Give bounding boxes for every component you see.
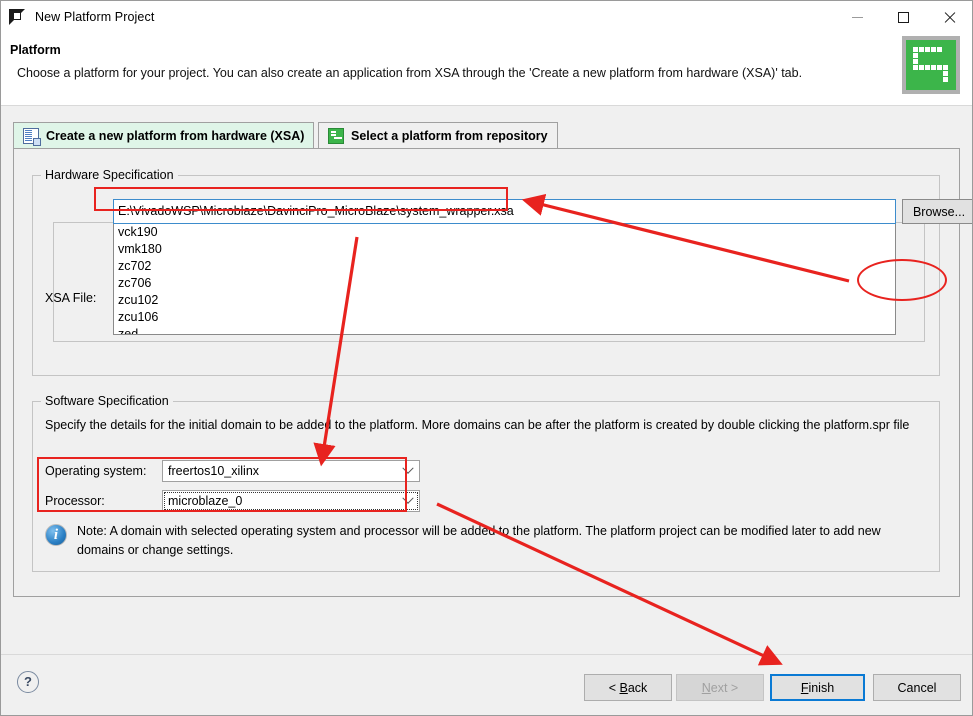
wizard-header: Platform Choose a platform for your proj… <box>1 33 972 106</box>
close-button[interactable] <box>926 1 972 33</box>
chevron-down-icon <box>397 462 419 475</box>
minimize-icon <box>851 16 863 18</box>
maximize-icon <box>897 11 909 23</box>
xsa-hardware-icon <box>23 127 41 146</box>
info-note-text: Note: A domain with selected operating s… <box>77 524 881 557</box>
new-platform-project-dialog: New Platform Project Platform Choose a p… <box>0 0 973 716</box>
close-icon <box>943 11 956 24</box>
title-bar: New Platform Project <box>1 1 972 33</box>
maximize-button[interactable] <box>880 1 926 33</box>
browse-button[interactable]: Browse... <box>902 199 972 224</box>
window-controls <box>834 1 972 33</box>
finish-button[interactable]: Finish <box>770 674 865 701</box>
window-title: New Platform Project <box>35 10 155 24</box>
hardware-specification-label: Hardware Specification <box>41 168 178 182</box>
tab-label: Select a platform from repository <box>351 128 548 143</box>
vitis-logo-icon <box>902 36 960 94</box>
tab-panel: Hardware Specification XSA File: E:\Viva… <box>13 148 972 597</box>
operating-system-label: Operating system: <box>45 464 147 478</box>
xsa-file-input[interactable]: E:\VivadoWSP\Microblaze\DavinciPro_Micro… <box>113 199 896 224</box>
list-item[interactable]: zcu106 <box>114 309 895 326</box>
operating-system-value: freertos10_xilinx <box>168 464 260 478</box>
xsa-suggestion-list[interactable]: vck190 vmk180 zc702 zc706 zcu102 zcu106 … <box>113 224 896 335</box>
page-title: Platform <box>10 43 61 57</box>
wizard-content: Create a new platform from hardware (XSA… <box>1 106 972 654</box>
list-item[interactable]: vmk180 <box>114 241 895 258</box>
next-mnemonic: N <box>701 680 711 695</box>
list-item[interactable]: zcu102 <box>114 292 895 309</box>
finish-mnemonic: F <box>800 680 809 695</box>
software-specification-label: Software Specification <box>41 394 173 408</box>
processor-value: microblaze_0 <box>168 494 243 508</box>
processor-select[interactable]: microblaze_0 <box>162 490 420 512</box>
tab-label: Create a new platform from hardware (XSA… <box>46 128 305 143</box>
info-icon: i <box>45 524 67 546</box>
dialog-footer: ? < Back Next > Finish Cancel <box>1 654 972 715</box>
app-icon <box>9 8 27 26</box>
back-button[interactable]: < Back <box>584 674 672 701</box>
list-item[interactable]: vck190 <box>114 224 895 241</box>
operating-system-select[interactable]: freertos10_xilinx <box>162 460 420 482</box>
info-note: i Note: A domain with selected operating… <box>45 522 925 560</box>
minimize-button[interactable] <box>834 1 880 33</box>
tab-select-platform-from-repository[interactable]: Select a platform from repository <box>318 122 558 149</box>
chevron-down-icon <box>397 492 419 505</box>
help-button[interactable]: ? <box>17 671 39 693</box>
software-specification-group: Software Specification Specify the detai… <box>32 394 940 572</box>
processor-label: Processor: <box>45 494 105 508</box>
list-item[interactable]: zed <box>114 326 895 334</box>
software-description: Specify the details for the initial doma… <box>45 418 910 432</box>
next-button: Next > <box>676 674 764 701</box>
list-item[interactable]: zc706 <box>114 275 895 292</box>
page-description: Choose a platform for your project. You … <box>17 66 803 80</box>
list-item[interactable]: zc702 <box>114 258 895 275</box>
xsa-file-value: E:\VivadoWSP\Microblaze\DavinciPro_Micro… <box>118 204 514 218</box>
tab-bar: Create a new platform from hardware (XSA… <box>13 122 960 149</box>
back-mnemonic: B <box>619 680 628 695</box>
hardware-specification-group: Hardware Specification XSA File: E:\Viva… <box>32 168 972 376</box>
cancel-button[interactable]: Cancel <box>873 674 961 701</box>
tab-create-platform-from-hardware[interactable]: Create a new platform from hardware (XSA… <box>13 122 315 149</box>
repository-icon <box>328 127 344 144</box>
